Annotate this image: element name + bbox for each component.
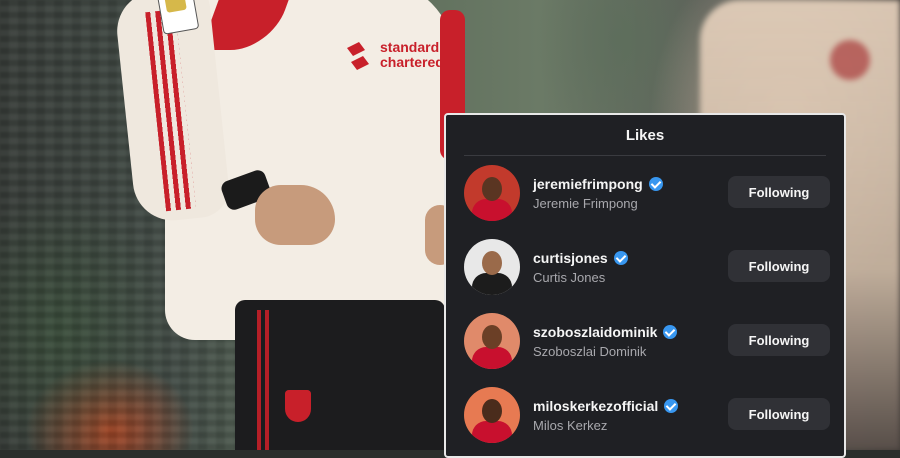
- verified-icon: [613, 251, 628, 265]
- following-button[interactable]: Following: [728, 176, 830, 208]
- avatar-head: [482, 325, 502, 349]
- full-name: Szoboszlai Dominik: [533, 344, 647, 359]
- username-text: miloskerkezofficial: [533, 398, 659, 414]
- list-item[interactable]: jeremiefrimpong Jeremie Frimpong Followi…: [446, 165, 844, 225]
- list-item[interactable]: szoboszlaidominik Szoboszlai Dominik Fol…: [446, 313, 844, 373]
- verified-icon: [663, 325, 678, 339]
- avatar-head: [482, 399, 502, 423]
- username-link[interactable]: curtisjones: [533, 250, 628, 266]
- avatar-shirt: [472, 347, 512, 369]
- avatar-head: [482, 251, 502, 275]
- list-item[interactable]: miloskerkezofficial Milos Kerkez Followi…: [446, 387, 844, 447]
- avatar-shirt: [472, 199, 512, 221]
- avatar[interactable]: [464, 313, 520, 369]
- username-text: szoboszlaidominik: [533, 324, 658, 340]
- likes-title: Likes: [464, 115, 826, 156]
- avatar-shirt: [472, 273, 512, 295]
- full-name: Milos Kerkez: [533, 418, 608, 433]
- verified-icon: [664, 399, 679, 413]
- following-button[interactable]: Following: [728, 250, 830, 282]
- club-crest: [285, 390, 311, 422]
- likes-panel: Likes jeremiefrimpong Jeremie Frimpong F…: [444, 113, 846, 458]
- following-button[interactable]: Following: [728, 398, 830, 430]
- username-text: curtisjones: [533, 250, 608, 266]
- avatar-shirt: [472, 421, 512, 443]
- username-link[interactable]: jeremiefrimpong: [533, 176, 663, 192]
- sponsor-text: standard chartered: [380, 39, 444, 70]
- list-item[interactable]: curtisjones Curtis Jones Following: [446, 239, 844, 299]
- blurred-crest: [830, 40, 870, 80]
- avatar[interactable]: [464, 165, 520, 221]
- sponsor-logo-icon: [347, 42, 369, 70]
- username-link[interactable]: miloskerkezofficial: [533, 398, 679, 414]
- verified-icon: [648, 177, 663, 191]
- username-link[interactable]: szoboszlaidominik: [533, 324, 678, 340]
- avatar[interactable]: [464, 239, 520, 295]
- full-name: Jeremie Frimpong: [533, 196, 638, 211]
- full-name: Curtis Jones: [533, 270, 606, 285]
- sleeve-badge: [156, 0, 200, 35]
- player-shorts: [235, 300, 445, 450]
- avatar-head: [482, 177, 502, 201]
- avatar[interactable]: [464, 387, 520, 443]
- player-figure: standard chartered: [113, 0, 485, 450]
- username-text: jeremiefrimpong: [533, 176, 643, 192]
- following-button[interactable]: Following: [728, 324, 830, 356]
- shorts-stripes: [257, 310, 273, 450]
- sleeve-stripes: [145, 9, 196, 212]
- player-hand: [255, 185, 335, 245]
